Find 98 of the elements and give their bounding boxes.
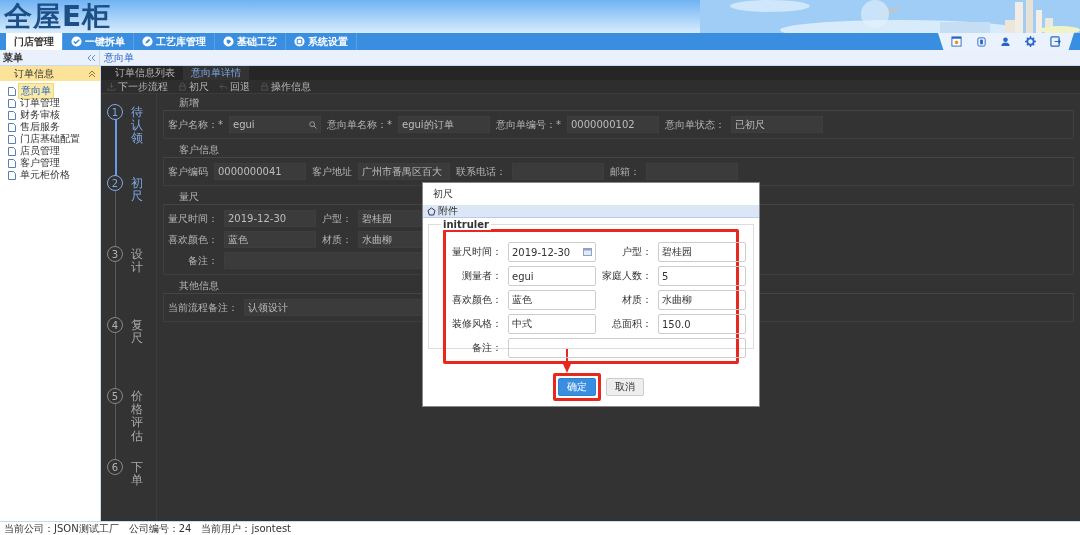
- lock-icon: [260, 82, 269, 91]
- window-icon[interactable]: [950, 36, 962, 47]
- sidebar-group[interactable]: 订单信息: [0, 66, 100, 81]
- logo: 全屋E柜: [3, 0, 112, 33]
- status-text: 当前用户：jsontest: [201, 522, 292, 535]
- field-label: 测量者：: [461, 269, 502, 283]
- clipboard-icon[interactable]: [975, 36, 987, 47]
- fieldset-legend: initruler: [441, 219, 491, 230]
- back-arrow-icon: [219, 82, 228, 91]
- section-title: 客户信息: [179, 144, 219, 155]
- section-title: 新增: [179, 97, 199, 108]
- input-field[interactable]: 蓝色: [508, 290, 596, 310]
- input-field[interactable]: 已初尺: [731, 116, 823, 133]
- user-icon[interactable]: [1000, 36, 1012, 47]
- field-label: 备注：: [187, 253, 218, 268]
- sidebar-item[interactable]: 门店基础配置: [18, 132, 82, 146]
- page-tab[interactable]: 订单信息列表: [107, 66, 183, 80]
- settings-icon: [294, 36, 305, 47]
- step-label: 复尺: [131, 317, 143, 348]
- field-label: 量尺时间：: [168, 211, 218, 226]
- download-icon: [107, 82, 116, 91]
- toolbar-button[interactable]: 下一步流程: [107, 80, 168, 93]
- field-label: 家庭人数：: [602, 269, 652, 283]
- chevron-icon[interactable]: [88, 69, 96, 78]
- section-title: 量尺: [179, 191, 199, 202]
- search-icon[interactable]: [309, 120, 317, 129]
- step-label: 初尺: [131, 175, 143, 206]
- settings-icon[interactable]: [1025, 36, 1037, 47]
- input-field[interactable]: egui的订单: [398, 116, 490, 133]
- field-label: 当前流程备注：: [168, 300, 238, 315]
- field-label: 意向单名称：*: [327, 117, 392, 132]
- field-label: 装修风格：: [451, 317, 502, 331]
- input-field[interactable]: 2019-12-30: [508, 242, 596, 262]
- check-circle-icon: [71, 36, 82, 47]
- input-field[interactable]: 0000000102: [567, 116, 659, 133]
- toolbar-button[interactable]: 回退: [219, 80, 250, 93]
- field-label: 喜欢颜色：: [451, 293, 502, 307]
- step-number: 3: [107, 246, 123, 262]
- field-label: 联系电话：: [456, 164, 506, 179]
- exit-icon[interactable]: [1050, 36, 1062, 47]
- group-label: 订单信息: [14, 66, 54, 81]
- field-label: 客户名称：*: [168, 117, 223, 132]
- field-label: 客户编码: [168, 164, 208, 179]
- sidebar-item[interactable]: 订单管理: [18, 96, 62, 110]
- field-label: 喜欢颜色：: [168, 232, 218, 247]
- sidebar-item[interactable]: 客户管理: [18, 156, 62, 170]
- field-label: 户型：: [621, 245, 652, 259]
- status-text: 公司编号：24: [128, 522, 192, 535]
- field-label: 邮箱：: [610, 164, 640, 179]
- field-label: 量尺时间：: [451, 245, 502, 259]
- field-label: 备注：: [471, 341, 502, 355]
- breadcrumb: 意向单: [103, 51, 134, 65]
- step-label: 下单: [131, 459, 143, 490]
- field-label: 意向单编号：*: [496, 117, 561, 132]
- nav-tab[interactable]: 门店管理: [6, 33, 63, 50]
- step-label: 待认领: [131, 104, 143, 148]
- step-number: 1: [107, 104, 123, 120]
- field-label: 意向单状态：: [665, 117, 725, 132]
- input-field[interactable]: 150.0: [658, 314, 746, 334]
- input-field[interactable]: 广州市番禺区百大: [358, 163, 450, 180]
- toolbar-button[interactable]: 操作信息: [260, 80, 311, 93]
- sidebar-item[interactable]: 售后服务: [18, 120, 62, 134]
- sidebar-item[interactable]: 财务审核: [18, 108, 62, 122]
- field-label: 材质：: [322, 232, 352, 247]
- sidebar-item[interactable]: 单元柜价格: [18, 168, 72, 182]
- step-number: 4: [107, 317, 123, 333]
- step-number: 5: [107, 388, 123, 404]
- field-label: 户型：: [322, 211, 352, 226]
- cancel-button[interactable]: 取消: [606, 378, 644, 396]
- step-number: 2: [107, 175, 123, 191]
- field-label: 总面积：: [611, 317, 652, 331]
- input-field[interactable]: 中式: [508, 314, 596, 334]
- step-label: 设计: [131, 246, 143, 277]
- sidebar-item[interactable]: 意向单: [18, 83, 54, 99]
- page-tab[interactable]: 意向单详情: [183, 66, 249, 80]
- section-title: 其他信息: [179, 280, 219, 291]
- step-label: 价格评估: [131, 388, 143, 445]
- lock-icon: [178, 82, 187, 91]
- pencil-icon: [142, 36, 153, 47]
- field-label: 客户地址: [312, 164, 352, 179]
- calendar-icon[interactable]: [583, 248, 592, 256]
- input-field[interactable]: 0000000041: [214, 163, 306, 180]
- sidebar-item[interactable]: 店员管理: [18, 144, 62, 158]
- dialog-title: 初尺: [433, 188, 453, 199]
- input-field[interactable]: 碧桂园: [658, 242, 746, 262]
- input-field[interactable]: 水曲柳: [658, 290, 746, 310]
- collapse-icon[interactable]: [87, 53, 96, 62]
- step-number: 6: [107, 459, 123, 475]
- status-text: 当前公司：JSON测试工厂: [4, 522, 119, 535]
- input-field[interactable]: 2019-12-30: [224, 210, 316, 227]
- field-label: 材质：: [621, 293, 652, 307]
- tag-icon: [223, 36, 234, 47]
- input-field[interactable]: 5: [658, 266, 746, 286]
- input-field[interactable]: egui: [508, 266, 596, 286]
- input-field[interactable]: 蓝色: [224, 231, 316, 248]
- toolbar-button[interactable]: 初尺: [178, 80, 209, 93]
- input-field[interactable]: egui: [229, 116, 321, 133]
- menu-title: 菜单: [3, 50, 23, 65]
